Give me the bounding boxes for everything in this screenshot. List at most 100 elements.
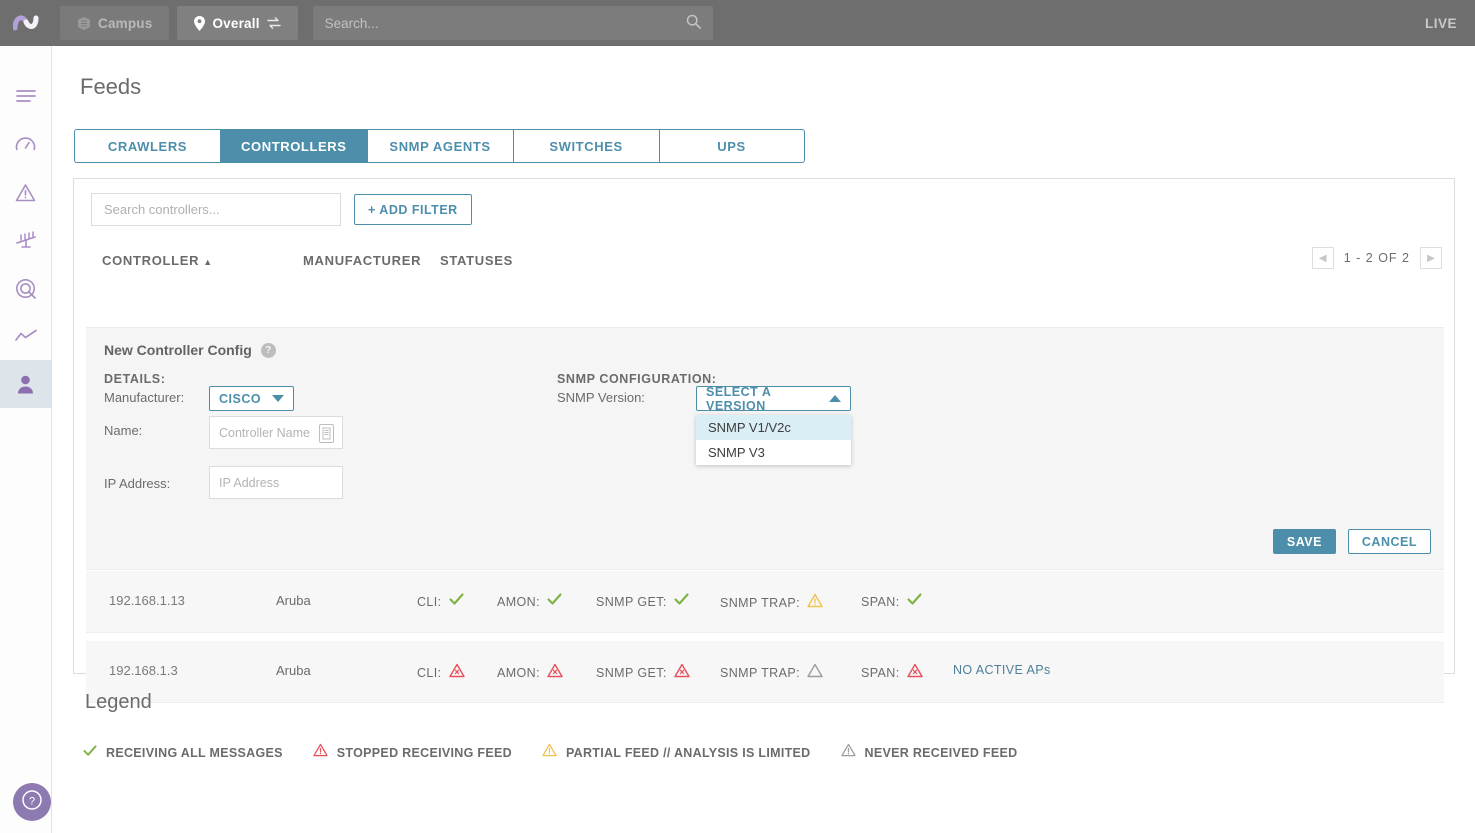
column-header-controller[interactable]: CONTROLLER ▲ <box>102 253 213 268</box>
pagination-prev-button[interactable]: ◀ <box>1311 247 1334 269</box>
question-circle-icon: ? <box>21 789 43 816</box>
scale-icon <box>15 231 37 249</box>
check-icon <box>674 593 689 611</box>
status-label: SPAN: <box>861 666 900 680</box>
config-panel-title: New Controller Config ? <box>104 342 276 358</box>
live-indicator[interactable]: LIVE <box>1425 0 1457 46</box>
warning-triangle-icon <box>448 663 465 683</box>
controller-name-input[interactable]: Controller Name <box>209 416 343 449</box>
ip-address-placeholder: IP Address <box>219 475 280 490</box>
warning-triangle-icon <box>547 663 563 683</box>
check-icon <box>547 593 562 611</box>
column-header-manufacturer[interactable]: MANUFACTURER <box>303 253 421 268</box>
status-snmp-get: SNMP GET: <box>596 593 689 611</box>
pagination-of: OF <box>1378 251 1398 265</box>
snmp-heading: SNMP CONFIGURATION: <box>557 372 717 386</box>
snmp-version-dropdown[interactable]: SELECT A VERSION <box>696 384 851 413</box>
status-label: CLI: <box>417 595 442 609</box>
details-heading: DETAILS: <box>104 372 166 386</box>
help-button[interactable]: ? <box>13 783 51 821</box>
tab-snmp-agents[interactable]: SNMP AGENTS <box>366 129 513 163</box>
pagination-next-button[interactable]: ▶ <box>1420 247 1442 269</box>
status-span: SPAN: <box>861 663 923 683</box>
pagination-label: 1 - 2 OF 2 <box>1344 251 1410 265</box>
sort-ascending-icon: ▲ <box>203 257 213 267</box>
target-icon <box>15 278 36 299</box>
global-search-placeholder: Search... <box>324 15 379 31</box>
search-controllers-input[interactable]: Search controllers... <box>91 193 341 226</box>
app-logo[interactable] <box>0 0 52 46</box>
save-button[interactable]: SAVE <box>1272 529 1336 554</box>
status-snmp-get: SNMP GET: <box>596 663 690 683</box>
snmp-option-v1v2c[interactable]: SNMP V1/V2c <box>696 415 851 440</box>
row-ip: 192.168.1.3 <box>109 663 178 678</box>
snmp-option-v3[interactable]: SNMP V3 <box>696 440 851 465</box>
status-label: SNMP GET: <box>596 666 667 680</box>
sidebar-item-balance[interactable] <box>0 216 51 264</box>
live-label: LIVE <box>1424 15 1457 31</box>
global-search[interactable]: Search... <box>312 6 713 40</box>
legend-label: STOPPED RECEIVING FEED <box>336 745 512 760</box>
status-label: AMON: <box>497 666 540 680</box>
page-title: Feeds <box>80 74 142 99</box>
tab-crawlers[interactable]: CRAWLERS <box>74 129 220 163</box>
check-icon <box>448 593 464 611</box>
warning-triangle-icon <box>674 663 690 683</box>
search-controllers-placeholder: Search controllers... <box>104 202 220 217</box>
name-label: Name: <box>104 423 143 438</box>
gauge-icon <box>15 135 36 154</box>
search-icon[interactable] <box>686 14 701 34</box>
column-label-controller: CONTROLLER <box>102 253 200 268</box>
snmp-version-value: SELECT A VERSION <box>706 384 771 413</box>
sidebar-item-trends[interactable] <box>0 312 51 360</box>
legend-label: RECEIVING ALL MESSAGES <box>106 745 283 760</box>
sidebar-item-radar[interactable] <box>0 264 51 312</box>
swap-icon[interactable] <box>266 17 281 29</box>
cancel-button[interactable]: CANCEL <box>1347 529 1431 554</box>
person-icon <box>17 375 34 394</box>
sidebar-item-dashboard[interactable] <box>0 120 51 168</box>
legend-items: RECEIVING ALL MESSAGES STOPPED RECEIVING… <box>83 743 1017 762</box>
warning-triangle-icon <box>15 183 36 202</box>
legend-label: NEVER RECEIVED FEED <box>864 745 1018 760</box>
table-row[interactable]: 192.168.1.3 Aruba CLI: AMON: SNMP GET: S… <box>86 641 1444 703</box>
row-manufacturer: Aruba <box>276 663 311 678</box>
sidebar-item-menu[interactable] <box>0 72 51 120</box>
row-manufacturer: Aruba <box>276 593 311 608</box>
add-filter-button[interactable]: + ADD FILTER <box>354 194 472 225</box>
device-icon[interactable] <box>319 424 334 443</box>
campus-nav-chip[interactable]: Campus <box>60 6 170 40</box>
manufacturer-dropdown[interactable]: CISCO <box>209 386 295 411</box>
status-amon: AMON: <box>497 663 563 683</box>
row-note: NO ACTIVE APs <box>953 663 1051 677</box>
legend-item-stopped: STOPPED RECEIVING FEED <box>313 743 512 762</box>
tab-switches[interactable]: SWITCHES <box>512 129 659 163</box>
sidebar-item-alerts[interactable] <box>0 168 51 216</box>
overall-nav-chip[interactable]: Overall <box>177 6 298 40</box>
question-circle-icon[interactable]: ? <box>260 342 276 358</box>
pagination: ◀ 1 - 2 OF 2 ▶ <box>1311 247 1442 269</box>
line-chart-icon <box>14 329 37 343</box>
warning-triangle-icon <box>906 663 923 683</box>
manufacturer-label: Manufacturer: <box>104 390 185 405</box>
status-label: AMON: <box>497 595 540 609</box>
status-label: CLI: <box>417 666 442 680</box>
status-span: SPAN: <box>861 593 922 611</box>
controller-name-placeholder: Controller Name <box>219 425 311 440</box>
ip-address-input[interactable]: IP Address <box>209 466 343 499</box>
legend-title: Legend <box>85 691 152 713</box>
status-cli: CLI: <box>417 593 464 611</box>
status-snmp-trap: SNMP TRAP: <box>720 663 823 683</box>
main-content: Feeds CRAWLERS CONTROLLERS SNMP AGENTS S… <box>53 46 1475 833</box>
table-row[interactable]: 192.168.1.13 Aruba CLI: AMON: SNMP GET: … <box>86 571 1444 633</box>
warning-triangle-icon <box>542 743 557 762</box>
status-snmp-trap: SNMP TRAP: <box>720 593 823 613</box>
tab-controllers[interactable]: CONTROLLERS <box>220 129 367 163</box>
chevron-left-icon: ◀ <box>1318 252 1327 264</box>
hamburger-icon <box>15 89 36 103</box>
controllers-card: Search controllers... + ADD FILTER CONTR… <box>73 178 1455 703</box>
svg-text:?: ? <box>29 795 35 807</box>
sidebar-item-clients[interactable] <box>0 360 51 408</box>
tab-ups[interactable]: UPS <box>658 129 805 163</box>
column-header-statuses[interactable]: STATUSES <box>440 253 513 268</box>
